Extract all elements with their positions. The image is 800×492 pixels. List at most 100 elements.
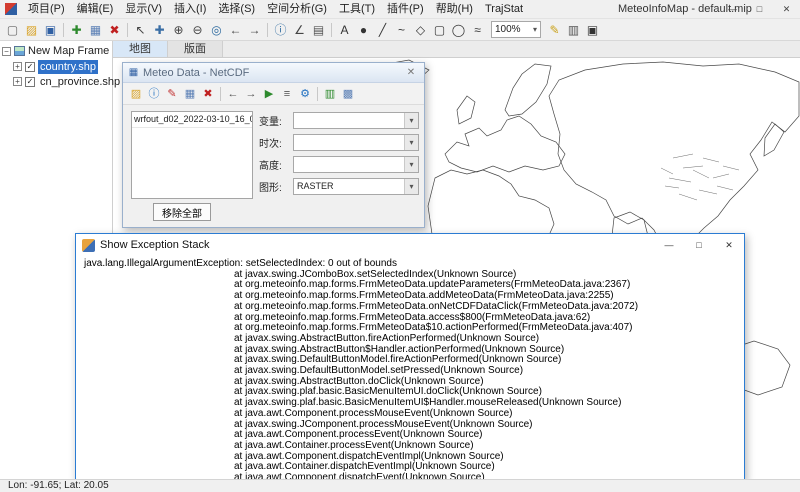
stack-trace-lines: at javax.swing.JComboBox.setSelectedInde… [84, 270, 740, 480]
layer-item-country[interactable]: + ✓ country.shp [12, 59, 112, 74]
layer-item-cn-province[interactable]: + ✓ cn_province.shp [12, 74, 112, 89]
maximize-icon[interactable]: □ [684, 234, 714, 256]
menu-insert[interactable]: 插入(I) [168, 0, 212, 19]
tab-map[interactable]: 地图 [113, 41, 168, 57]
tree-collapse-icon[interactable]: − [2, 47, 11, 56]
layer-visibility-checkbox[interactable]: ✓ [25, 62, 35, 72]
next-time-icon[interactable]: → [242, 85, 260, 103]
window-controls: — □ ✕ [719, 0, 800, 19]
separator [127, 23, 128, 37]
polyline-icon[interactable]: ╱ [373, 21, 392, 39]
full-extent-icon[interactable]: ◎ [207, 21, 226, 39]
toolbar-left-group: ▢▨▣✚▦✖↖✚⊕⊖◎←→ⓘ∠▤A●╱~◇▢◯≈ [3, 21, 487, 39]
variable-combo[interactable]: ▾ [293, 112, 419, 129]
freehand-icon[interactable]: ≈ [468, 21, 487, 39]
zoom-previous-icon[interactable]: ← [226, 21, 245, 39]
report-icon[interactable]: ▣ [583, 21, 602, 39]
remove-layer-icon[interactable]: ✖ [105, 21, 124, 39]
meteo-dialog-icon: ▦ [128, 67, 139, 78]
image-icon[interactable]: ▩ [339, 85, 357, 103]
polygon-icon[interactable]: ◇ [411, 21, 430, 39]
view-tabbar: 地图 版面 [113, 41, 800, 58]
chevron-down-icon: ▾ [404, 157, 418, 172]
edit-pen-icon[interactable]: ✎ [545, 21, 564, 39]
menu-selection[interactable]: 选择(S) [212, 0, 261, 19]
level-combo[interactable]: ▾ [293, 156, 419, 173]
new-project-icon[interactable]: ▢ [3, 21, 22, 39]
tab-layout[interactable]: 版面 [168, 41, 223, 57]
add-layer-icon[interactable]: ✚ [67, 21, 86, 39]
chart-icon[interactable]: ▥ [321, 85, 339, 103]
time-combo[interactable]: ▾ [293, 134, 419, 151]
zoom-out-icon[interactable]: ⊖ [188, 21, 207, 39]
menu-project[interactable]: 项目(P) [22, 0, 71, 19]
minimize-icon[interactable]: — [654, 234, 684, 256]
remove-all-button[interactable]: 移除全部 [153, 203, 211, 221]
tree-expand-icon[interactable]: + [13, 62, 22, 71]
select-element-icon[interactable]: ↖ [131, 21, 150, 39]
grid-data-icon[interactable]: ▦ [181, 85, 199, 103]
list-icon[interactable]: ≡ [278, 85, 296, 103]
curve-icon[interactable]: ~ [392, 21, 411, 39]
close-icon[interactable]: ✕ [403, 67, 419, 78]
rectangle-icon[interactable]: ▢ [430, 21, 449, 39]
draw-layer-icon[interactable]: ✎ [163, 85, 181, 103]
separator [267, 23, 268, 37]
open-file-icon[interactable]: ▨ [127, 85, 145, 103]
menu-edit[interactable]: 编辑(E) [71, 0, 120, 19]
ellipse-icon[interactable]: ◯ [449, 21, 468, 39]
menu-help[interactable]: 帮助(H) [430, 0, 479, 19]
animation-icon[interactable]: ▶ [260, 85, 278, 103]
zoom-level-combo[interactable]: 100% ▾ [491, 21, 541, 38]
zoom-in-icon[interactable]: ⊕ [169, 21, 188, 39]
label-text-icon[interactable]: A [335, 21, 354, 39]
time-value [294, 135, 404, 150]
attribute-table-icon[interactable]: ▤ [309, 21, 328, 39]
remove-data-icon[interactable]: ✖ [199, 85, 217, 103]
map-frame-icon [14, 46, 25, 56]
parameter-fields: 变量: ▾ 时次: ▾ 高度: ▾ 图形: RASTER ▾ [259, 109, 419, 197]
chevron-down-icon: ▾ [533, 25, 537, 34]
menu-spatial-analysis[interactable]: 空间分析(G) [261, 0, 333, 19]
tree-expand-icon[interactable]: + [13, 77, 22, 86]
close-icon[interactable]: ✕ [773, 0, 800, 19]
open-project-icon[interactable]: ▨ [22, 21, 41, 39]
check-icon: ✓ [27, 77, 34, 86]
point-icon[interactable]: ● [354, 21, 373, 39]
menu-bar: 项目(P)编辑(E)显示(V)插入(I)选择(S)空间分析(G)工具(T)插件(… [22, 0, 529, 18]
layer-label: country.shp [38, 60, 98, 74]
save-project-icon[interactable]: ▣ [41, 21, 60, 39]
info-icon[interactable]: ⓘ [145, 85, 163, 103]
menu-trajstat[interactable]: TrajStat [479, 0, 529, 19]
map-frame-node[interactable]: − New Map Frame [0, 43, 112, 59]
meteo-data-dialog: ▦ Meteo Data - NetCDF ✕ ▨ⓘ✎▦✖←→▶≡⚙▥▩ wrf… [122, 62, 425, 228]
layer-visibility-checkbox[interactable]: ✓ [25, 77, 35, 87]
stack-trace-panel[interactable]: java.lang.IllegalArgumentException: setS… [76, 256, 744, 480]
pan-icon[interactable]: ✚ [150, 21, 169, 39]
settings-icon[interactable]: ⚙ [296, 85, 314, 103]
graphic-combo[interactable]: RASTER ▾ [293, 178, 419, 195]
exception-dialog-icon [82, 239, 95, 252]
meteo-dialog-titlebar[interactable]: ▦ Meteo Data - NetCDF ✕ [123, 63, 424, 83]
dataset-item[interactable]: wrfout_d02_2022-03-10_16_00_00 [132, 112, 252, 128]
exception-dialog-titlebar[interactable]: Show Exception Stack — □ ✕ [76, 234, 744, 256]
menu-view[interactable]: 显示(V) [119, 0, 168, 19]
main-toolbar: ▢▨▣✚▦✖↖✚⊕⊖◎←→ⓘ∠▤A●╱~◇▢◯≈ 100% ▾ ✎▥▣ [0, 19, 800, 41]
zoom-next-icon[interactable]: → [245, 21, 264, 39]
variable-value [294, 113, 404, 128]
separator [220, 87, 221, 101]
meteo-dialog-title: Meteo Data - NetCDF [143, 67, 399, 79]
dataset-list[interactable]: wrfout_d02_2022-03-10_16_00_00 [131, 111, 253, 199]
menu-tools[interactable]: 工具(T) [333, 0, 381, 19]
prev-time-icon[interactable]: ← [224, 85, 242, 103]
maximize-icon[interactable]: □ [746, 0, 773, 19]
minimize-icon[interactable]: — [719, 0, 746, 19]
identify-icon[interactable]: ⓘ [271, 21, 290, 39]
stack-line: at java.awt.Component.processMouseEvent(… [84, 409, 740, 420]
layer-label: cn_province.shp [38, 75, 122, 89]
menu-plugins[interactable]: 插件(P) [381, 0, 430, 19]
layers-icon[interactable]: ▥ [564, 21, 583, 39]
measure-icon[interactable]: ∠ [290, 21, 309, 39]
close-icon[interactable]: ✕ [714, 234, 744, 256]
open-data-icon[interactable]: ▦ [86, 21, 105, 39]
